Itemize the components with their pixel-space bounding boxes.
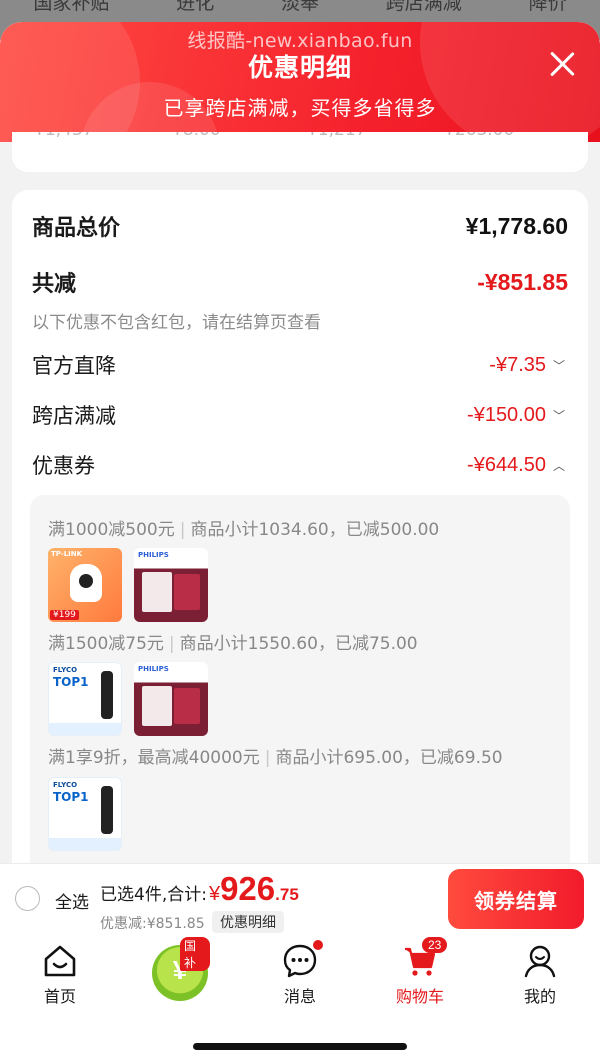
product-thumbnail-gift-set[interactable]: PHILIPS: [134, 548, 208, 622]
chevron-down-icon: ﹀: [552, 358, 565, 373]
thumb-badge: TOP1: [53, 790, 89, 804]
discount-value: -¥644.50 ︿: [467, 454, 568, 477]
discount-label: 官方直降: [32, 354, 116, 378]
coupon-rule-line: 满1000减500元 | 商品小计1034.60，已减500.00: [48, 520, 440, 540]
tab-label: 我的: [523, 987, 556, 1006]
coupon-detail: 商品小计695.00，已减69.50: [275, 748, 503, 768]
discount-amount: -¥7.35: [489, 353, 546, 376]
message-icon: [283, 944, 317, 978]
product-thumbnail-clipper[interactable]: FLYCO TOP1: [48, 662, 122, 736]
total-reduction-row: 共减 -¥851.85: [32, 266, 568, 298]
tab-national-subsidy[interactable]: ¥ 国补: [150, 935, 210, 1001]
checkout-button[interactable]: 领券结算: [448, 869, 584, 929]
coupon-detail: 商品小计1550.60，已减75.00: [179, 634, 418, 654]
sheet-subtitle: 已享跨店满减，买得多省得多: [163, 96, 437, 120]
background-nav: 国家补贴 进化 淡奉 跨店满减 降价: [0, 0, 600, 15]
background-nav-item: 国家补贴: [33, 0, 110, 14]
coupon-rule-line: 满1500减75元 | 商品小计1550.60，已减75.00: [48, 634, 418, 654]
order-summary: 已选4件,合计: ¥ 926 .75: [100, 870, 299, 908]
coupon-rule: 满1000减500元: [48, 520, 175, 540]
chevron-down-icon: ﹀: [552, 408, 565, 423]
subsidy-flag: 国补: [180, 937, 210, 971]
thumb-brand: PHILIPS: [138, 665, 169, 673]
discount-label: 跨店满减: [32, 404, 116, 428]
coupon-rule: 满1享9折，最高减40000元: [48, 748, 260, 768]
prev-card-text: ¥8.00: [172, 132, 221, 140]
tab-label: 购物车: [395, 987, 444, 1006]
discount-value: -¥150.00 ﹀: [467, 404, 568, 427]
total-amount-integer: 926: [220, 870, 276, 907]
user-icon: [524, 945, 556, 978]
thumb-brand: PHILIPS: [138, 551, 169, 559]
discount-amount: -¥150.00: [467, 403, 546, 426]
discount-value: -¥7.35 ﹀: [489, 354, 568, 377]
select-all-checkbox[interactable]: [15, 886, 40, 911]
discount-summary: 优惠减:¥851.85: [100, 916, 205, 932]
background-nav-item: 跨店满减: [385, 0, 462, 14]
cart-count-badge: 23: [422, 937, 448, 953]
coupon-rule-line: 满1享9折，最高减40000元 | 商品小计695.00，已减69.50: [48, 748, 503, 768]
thumb-brand: FLYCO: [53, 666, 78, 674]
total-amount-decimal: .75: [275, 885, 299, 904]
thumb-badge: TOP1: [53, 675, 89, 689]
currency-symbol: ¥: [208, 883, 221, 905]
discount-row-cross-store[interactable]: 跨店满减 -¥150.00 ﹀: [32, 400, 568, 430]
thumb-price-tag: ¥199: [50, 610, 79, 620]
total-price-label: 商品总价: [32, 216, 121, 241]
select-all-label[interactable]: 全选: [55, 888, 89, 913]
previous-card: ¥1,437 ¥8.00 ¥1,217 ¥263.00: [12, 132, 588, 172]
thumb-brand: TP-LINK: [51, 550, 83, 558]
coupon-detail-box: 满1000减500元 | 商品小计1034.60，已减500.00 TP-LINK …: [30, 495, 570, 863]
product-thumbnail-clipper[interactable]: FLYCO TOP1: [48, 777, 122, 851]
product-thumbnail-gift-set[interactable]: PHILIPS: [134, 662, 208, 736]
chevron-up-icon: ︿: [552, 458, 565, 473]
prev-card-text: ¥263.00: [444, 132, 514, 140]
coupon-rule: 满1500减75元: [48, 634, 164, 654]
discount-row-coupon[interactable]: 优惠券 -¥644.50 ︿: [32, 450, 568, 480]
total-price-row: 商品总价 ¥1,778.60: [32, 210, 568, 242]
background-nav-item: 降价: [528, 0, 567, 14]
discount-row-official[interactable]: 官方直降 -¥7.35 ﹀: [32, 350, 568, 380]
home-icon: [44, 945, 76, 977]
product-thumbnail-camera[interactable]: TP-LINK ¥199: [48, 548, 122, 622]
thumb-brand: FLYCO: [53, 781, 78, 789]
discount-detail-sheet: 线报酷-new.xianbao.fun 优惠明细 已享跨店满减，买得多省得多 ¥…: [0, 22, 600, 863]
discount-label: 优惠券: [32, 454, 95, 478]
tab-label: 首页: [43, 987, 76, 1006]
total-reduction-value: -¥851.85: [477, 268, 568, 295]
price-breakdown-card: 商品总价 ¥1,778.60 共减 -¥851.85 以下优惠不包含红包，请在结…: [12, 190, 588, 863]
total-reduction-label: 共减: [32, 272, 77, 297]
background-nav-item: 进化: [176, 0, 215, 14]
coupon-detail: 商品小计1034.60，已减500.00: [190, 520, 440, 540]
discount-amount: -¥644.50: [467, 453, 546, 476]
sheet-header: 线报酷-new.xianbao.fun 优惠明细 已享跨店满减，买得多省得多: [0, 22, 600, 142]
discount-detail-button[interactable]: 优惠明细: [212, 911, 284, 933]
tab-label: 消息: [283, 987, 316, 1006]
prev-card-text: ¥1,217: [307, 132, 366, 140]
background-nav-item: 淡奉: [280, 0, 319, 14]
selected-count-text: 已选4件,合计:: [100, 885, 207, 905]
checkout-bar: 全选 已选4件,合计: ¥ 926 .75 优惠减:¥851.85 优惠明细 领…: [0, 863, 600, 935]
close-icon[interactable]: [546, 48, 578, 80]
total-price-value: ¥1,778.60: [465, 212, 568, 239]
home-indicator: [193, 1043, 407, 1050]
unread-dot: [313, 940, 323, 950]
sheet-title: 优惠明细: [247, 53, 352, 82]
reduction-note: 以下优惠不包含红包，请在结算页查看: [32, 313, 321, 333]
prev-card-text: ¥1,437: [34, 132, 93, 140]
